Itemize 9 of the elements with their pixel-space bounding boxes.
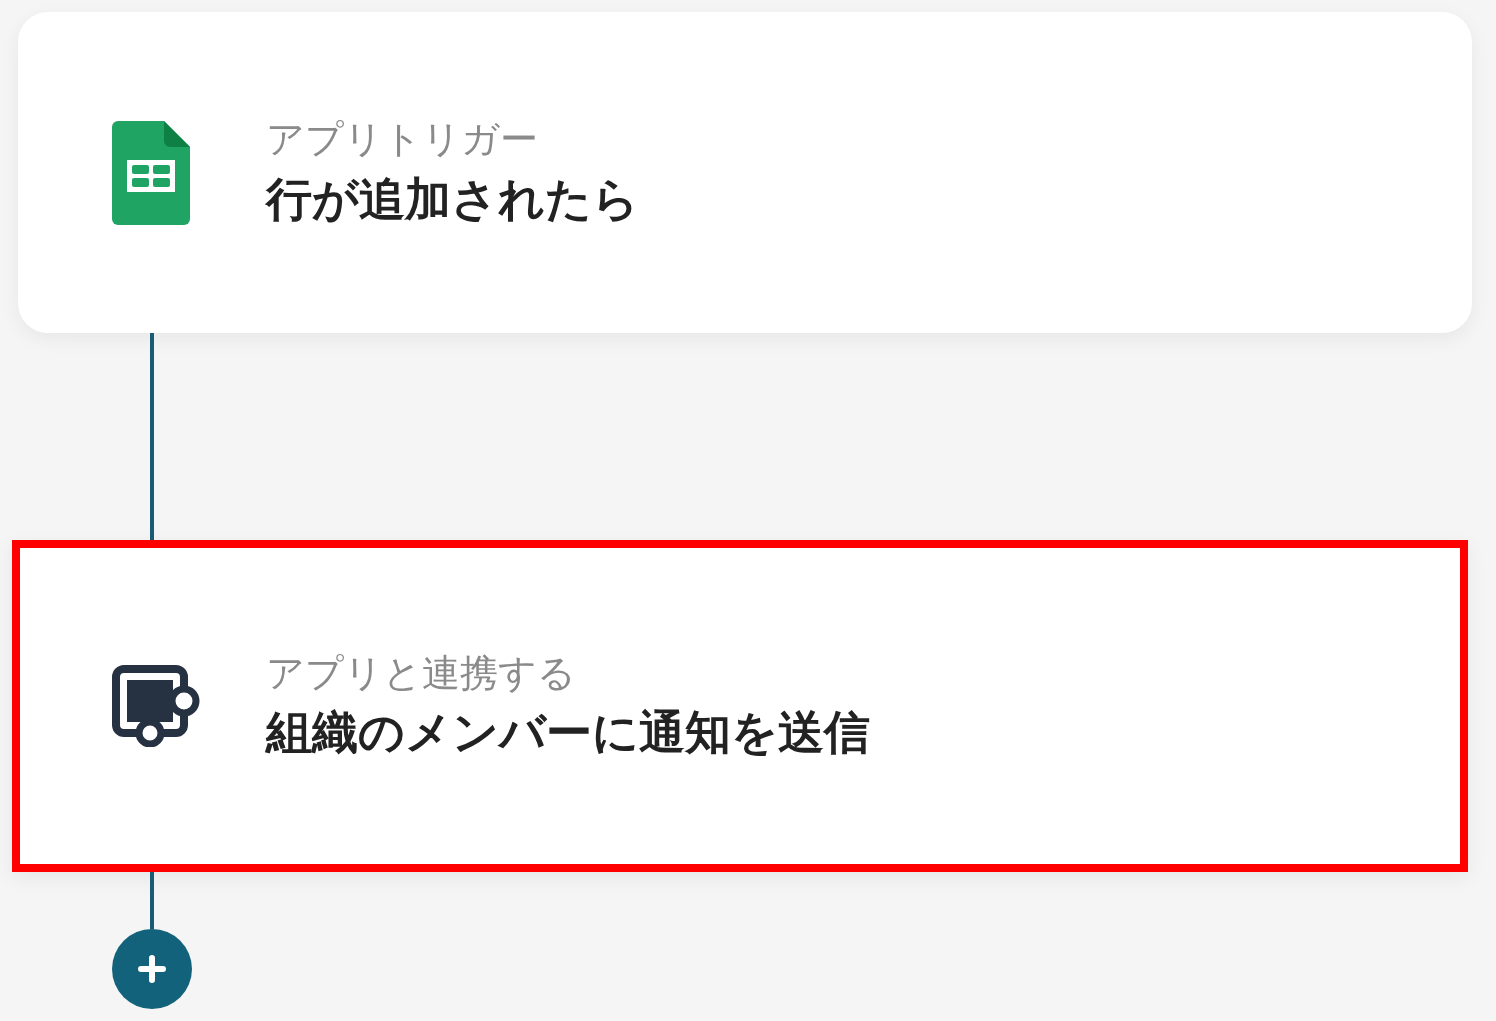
app-connect-icon xyxy=(112,665,200,747)
step-card[interactable]: アプリと連携する 組織のメンバーに通知を送信 xyxy=(12,540,1468,872)
step-type-label: アプリトリガー xyxy=(266,119,539,161)
step-title: 行が追加されたら xyxy=(266,172,639,226)
step-title: 組織のメンバーに通知を送信 xyxy=(266,706,870,760)
step-type-label: アプリと連携する xyxy=(266,652,577,695)
plus-icon xyxy=(137,954,167,984)
spreadsheet-icon xyxy=(112,120,190,225)
step-card[interactable]: アプリトリガー 行が追加されたら xyxy=(18,12,1472,333)
